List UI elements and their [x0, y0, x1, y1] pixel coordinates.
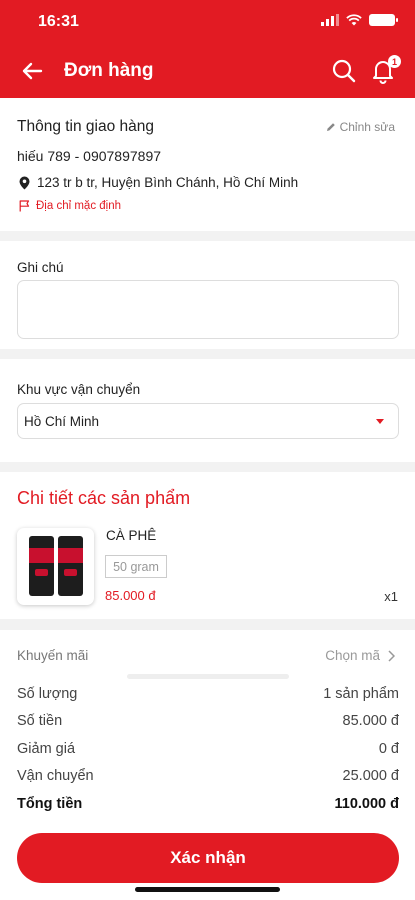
battery-icon — [369, 14, 398, 26]
total-value: 110.000 đ — [334, 796, 400, 812]
search-icon — [332, 59, 356, 83]
pencil-icon — [326, 123, 335, 131]
notification-badge: 1 — [388, 55, 401, 68]
choose-promo-button[interactable]: Chọn mã — [325, 648, 395, 663]
product-thumbnail — [17, 528, 94, 605]
summary-row: Vận chuyển 25.000 đ — [17, 768, 399, 784]
coffee-bag-image — [29, 536, 54, 596]
shipping-region-section: Khu vực vận chuyển Hồ Chí Minh — [0, 359, 415, 462]
note-section: Ghi chú — [0, 241, 415, 349]
edit-address-button[interactable]: Chỉnh sửa — [326, 120, 395, 134]
address-line: 123 tr b tr, Huyện Bình Chánh, Hồ Chí Mi… — [19, 175, 298, 190]
back-button[interactable] — [18, 57, 46, 85]
default-address-tag: Địa chỉ mặc định — [19, 200, 121, 212]
region-select[interactable]: Hồ Chí Minh — [17, 403, 399, 439]
summary-row: Giảm giá 0 đ — [17, 741, 399, 757]
default-address-label: Địa chỉ mặc định — [36, 200, 122, 212]
shipping-info-section: Thông tin giao hàng Chỉnh sửa hiếu 789 -… — [0, 98, 415, 231]
location-pin-icon — [19, 176, 30, 189]
contact-info: hiếu 789 - 0907897897 — [17, 148, 162, 164]
app-header: 16:31 Đơn hàng 1 — [0, 0, 415, 98]
page-title: Đơn hàng — [64, 60, 154, 81]
summary-row: Số tiền 85.000 đ — [17, 713, 399, 729]
summary-row-label: Vận chuyển — [17, 768, 94, 784]
promo-label: Khuyến mãi — [17, 648, 89, 663]
edit-label: Chỉnh sửa — [339, 120, 395, 134]
summary-row-label: Giảm giá — [17, 741, 76, 757]
home-indicator — [135, 887, 280, 892]
product-quantity: x1 — [384, 589, 398, 604]
product-name: CÀ PHÊ — [106, 528, 157, 543]
search-button[interactable] — [331, 58, 357, 84]
wifi-icon — [346, 14, 362, 26]
note-label: Ghi chú — [17, 260, 64, 275]
total-label: Tổng tiền — [17, 796, 83, 812]
product-details-section: Chi tiết các sản phẩm CÀ PHÊ 50 gram 85.… — [0, 472, 415, 619]
address-text: 123 tr b tr, Huyện Bình Chánh, Hồ Chí Mi… — [37, 175, 299, 190]
chevron-right-icon — [388, 649, 395, 662]
coffee-bag-image — [58, 536, 83, 596]
choose-promo-label: Chọn mã — [325, 648, 380, 663]
summary-row-label: Số lượng — [17, 686, 78, 702]
flag-icon — [19, 200, 30, 212]
summary-row-value: 0 đ — [378, 741, 399, 757]
summary-total-row: Tổng tiền 110.000 đ — [17, 796, 399, 812]
shipping-title: Thông tin giao hàng — [17, 118, 155, 135]
region-selected-value: Hồ Chí Minh — [24, 413, 100, 429]
summary-row: Số lượng 1 sản phẩm — [17, 686, 399, 702]
signal-icon — [321, 14, 339, 26]
summary-row-label: Số tiền — [17, 713, 63, 729]
summary-row-value: 1 sản phẩm — [323, 686, 399, 702]
status-icons — [321, 14, 398, 26]
notification-button[interactable]: 1 — [371, 55, 401, 84]
summary-row-value: 85.000 đ — [342, 713, 399, 729]
divider — [127, 674, 289, 679]
products-title: Chi tiết các sản phẩm — [17, 488, 191, 508]
region-label: Khu vực vận chuyển — [17, 382, 141, 397]
product-price: 85.000 đ — [105, 588, 156, 603]
product-variant: 50 gram — [105, 555, 167, 578]
arrow-left-icon — [22, 62, 43, 80]
note-input[interactable] — [17, 280, 399, 339]
confirm-button[interactable]: Xác nhận — [17, 833, 399, 883]
summary-row-value: 25.000 đ — [342, 768, 399, 784]
caret-down-icon — [376, 419, 384, 424]
status-time: 16:31 — [38, 13, 79, 30]
